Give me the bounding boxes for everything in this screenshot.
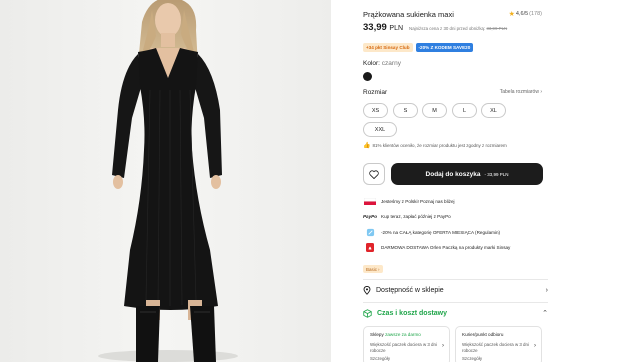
discount-code-badge[interactable]: -20% Z KODEM SAVE20: [415, 43, 474, 52]
size-option-label: XXL: [374, 126, 386, 133]
divider: [363, 279, 548, 280]
fit-note: 👍 81% klientów oceniło, że rozmiar produ…: [363, 142, 548, 149]
delivery-info-row[interactable]: Czas i koszt dostawy ⌃: [363, 307, 548, 319]
size-option-label: M: [432, 107, 437, 114]
size-option-m[interactable]: M: [422, 103, 447, 118]
size-option-label: S: [403, 107, 408, 114]
price-value: 33,99: [363, 22, 387, 33]
price-row: 33,99 PLN Najniższa cena z 30 dni przed …: [363, 22, 548, 36]
color-label-text: Kolor:: [363, 60, 380, 67]
color-value: czarny: [381, 60, 401, 67]
perk-paypo[interactable]: PayPo Kup teraz, zapłać później z PayPo: [363, 211, 451, 222]
size-option-xs[interactable]: XS: [363, 103, 388, 118]
delivery-info-label: Czas i koszt dostawy: [377, 309, 448, 317]
delivery-card-courier[interactable]: Kurier/punkt odbioru Większość paczek do…: [455, 326, 542, 362]
color-label: Kolor: czarny: [363, 60, 548, 67]
size-option-s[interactable]: S: [393, 103, 418, 118]
delivery-card-desc: Większość paczek dociera w 3 dni robocze: [370, 342, 437, 353]
fit-note-text: 81% klientów oceniło, że rozmiar produkt…: [372, 143, 507, 148]
perk-text: Jesteśmy z Polski! Poznaj nas bliżej: [381, 199, 455, 204]
perk-discount[interactable]: -20% na CAŁĄ kategorię OFERTA MIESIĄCA (…: [363, 227, 500, 238]
product-photo[interactable]: [0, 0, 331, 362]
size-table-link[interactable]: Tabela rozmiarów ›: [500, 89, 542, 95]
heart-icon: [369, 169, 379, 179]
promo-badges: +34 pkt Sinsay Club -20% Z KODEM SAVE20: [363, 43, 548, 52]
delivery-card-details: Szczegóły: [370, 356, 391, 361]
add-to-cart-price-value: 33,99 PLN: [487, 171, 509, 177]
product-info-panel: Prążkowana sukienka maxi ★ 4,6/5 (178) 3…: [363, 0, 548, 362]
star-icon: ★: [508, 11, 515, 18]
chevron-right-icon: ›: [540, 89, 542, 95]
size-option-label: XL: [490, 107, 497, 114]
perk-text: DARMOWA DOSTAWA Orlen Paczką na produkty…: [381, 245, 511, 250]
size-option-xxl[interactable]: XXL: [363, 122, 397, 137]
thumbs-up-icon: 👍: [363, 143, 371, 149]
add-to-cart-button[interactable]: Dodaj do koszyka - 33,99 PLN: [391, 163, 543, 185]
price: 33,99 PLN: [363, 22, 403, 33]
orlen-logo-icon: [363, 243, 377, 252]
price-currency: PLN: [389, 25, 404, 32]
perk-poland[interactable]: Jesteśmy z Polski! Poznaj nas bliżej: [363, 196, 455, 207]
delivery-card-title: Sklepy zawsze za darmo: [370, 332, 443, 337]
polish-flag-icon: [363, 198, 377, 206]
delivery-card-details: Szczegóły: [462, 356, 483, 361]
store-availability-row[interactable]: Dostępność w sklepie ›: [363, 284, 548, 296]
chevron-right-icon: ›: [442, 343, 444, 349]
delivery-card-stores[interactable]: Sklepy zawsze za darmo Większość paczek …: [363, 326, 450, 362]
chevron-right-icon: ›: [378, 266, 380, 272]
delivery-card-title-text: Sklepy: [370, 332, 384, 337]
store-availability-label: Dostępność w sklepie: [376, 286, 444, 294]
perk-text: Kup teraz, zapłać później z PayPo: [381, 214, 451, 219]
basic-tag-label: Basic: [366, 266, 378, 272]
club-points-label: +34 pkt Sinsay Club: [366, 45, 410, 50]
location-pin-icon: [363, 285, 371, 295]
discount-code-label: -20% Z KODEM SAVE20: [418, 44, 471, 50]
model-in-dress-image: [0, 0, 331, 362]
add-to-cart-price: - 33,99 PLN: [484, 171, 509, 177]
delivery-card-free-label: zawsze za darmo: [385, 332, 421, 337]
rating-value: 4,6/5: [515, 11, 529, 17]
rating-count: (178): [529, 11, 542, 17]
delivery-card-title-text: Kurier/punkt odbioru: [462, 332, 504, 337]
lowest-price-label: Najniższa cena z 30 dni przed obniżką:: [409, 26, 486, 31]
rating[interactable]: ★ 4,6/5 (178): [509, 10, 542, 18]
club-points-badge: +34 pkt Sinsay Club: [363, 43, 413, 52]
chevron-right-icon: ›: [545, 286, 548, 294]
discount-tag-icon: [363, 228, 377, 237]
size-header: Rozmiar Tabela rozmiarów ›: [363, 89, 548, 98]
size-option-xl[interactable]: XL: [481, 103, 506, 118]
chevron-up-icon: ⌃: [542, 310, 548, 317]
size-label: Rozmiar: [363, 89, 388, 96]
perk-text: -20% na CAŁĄ kategorię OFERTA MIESIĄCA (…: [381, 230, 501, 235]
perk-orlen[interactable]: DARMOWA DOSTAWA Orlen Paczką na produkty…: [363, 242, 510, 253]
paypo-logo-icon: PayPo: [362, 214, 378, 219]
size-table-label: Tabela rozmiarów: [499, 89, 539, 95]
lowest-price-old: 33,99 PLN: [486, 26, 508, 31]
size-option-l[interactable]: L: [452, 103, 477, 118]
divider: [363, 302, 548, 303]
chevron-right-icon: ›: [534, 343, 536, 349]
basic-tag[interactable]: Basic ›: [363, 265, 383, 273]
delivery-card-desc: Większość paczek dociera w 3 dni robocze: [462, 342, 529, 353]
add-to-cart-label: Dodaj do koszyka: [425, 170, 481, 178]
lowest-price-note: Najniższa cena z 30 dni przed obniżką: 3…: [409, 26, 507, 31]
product-title: Prążkowana sukienka maxi: [363, 10, 454, 19]
wishlist-button[interactable]: [363, 163, 385, 185]
size-option-label: XS: [371, 107, 380, 114]
delivery-card-title: Kurier/punkt odbioru: [462, 332, 535, 337]
title-row: Prążkowana sukienka maxi ★ 4,6/5 (178): [363, 10, 548, 22]
size-option-label: L: [462, 107, 467, 114]
color-swatch-black[interactable]: [363, 72, 372, 81]
package-icon: [363, 308, 372, 318]
